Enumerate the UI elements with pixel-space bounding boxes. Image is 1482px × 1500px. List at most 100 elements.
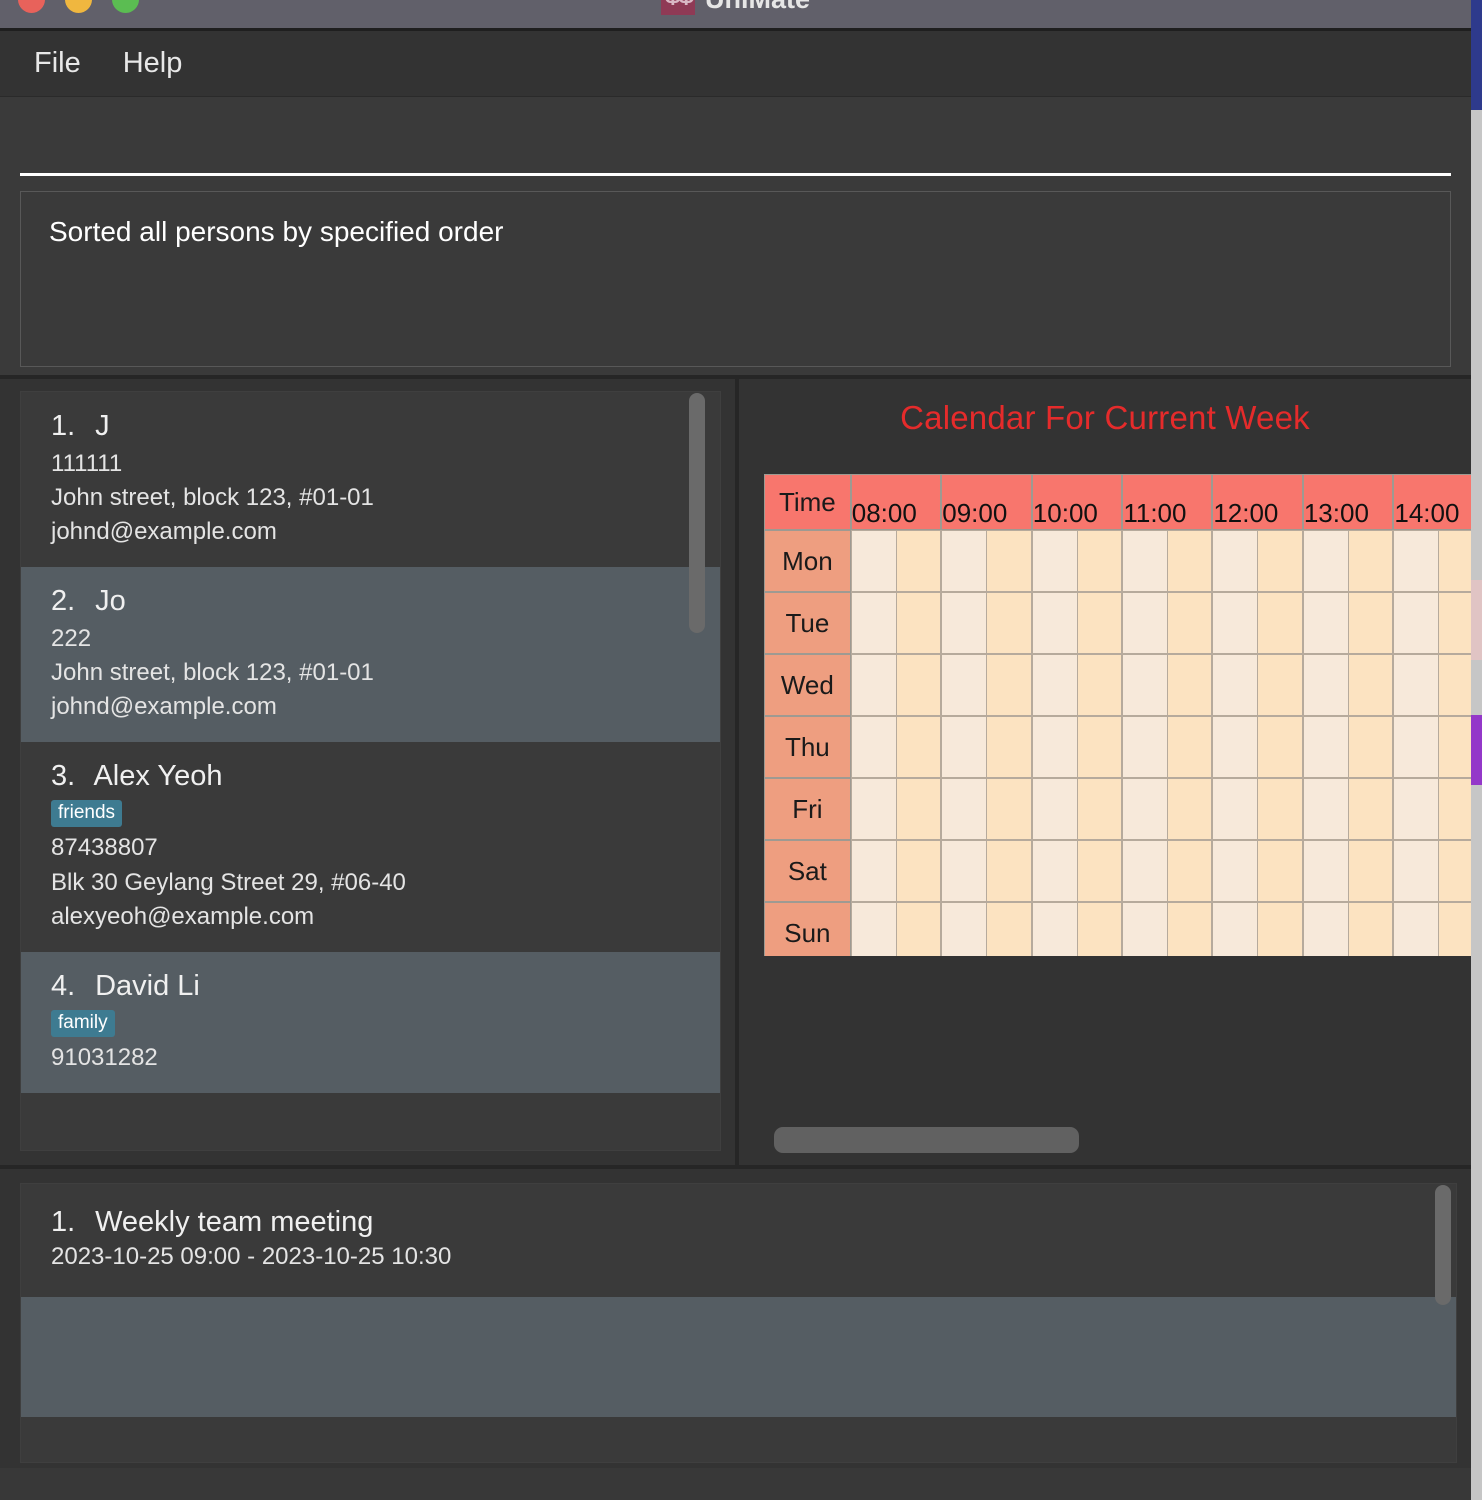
calendar-half-slot[interactable] — [942, 593, 988, 653]
calendar-slot[interactable] — [850, 902, 942, 956]
calendar-slot[interactable] — [850, 840, 942, 902]
calendar-slot[interactable] — [941, 716, 1032, 778]
calendar-half-slot[interactable] — [1032, 655, 1078, 715]
calendar-slot[interactable] — [1031, 716, 1123, 778]
calendar-half-slot[interactable] — [1303, 655, 1349, 715]
calendar-slot[interactable] — [1302, 654, 1394, 716]
person-card[interactable]: 4. David Li family 91031282 — [21, 951, 720, 1093]
calendar-half-slot[interactable] — [1123, 655, 1168, 715]
calendar-slot[interactable] — [1031, 530, 1123, 592]
calendar-half-slot[interactable] — [987, 593, 1031, 653]
calendar-slot[interactable] — [1302, 530, 1394, 592]
calendar-half-slot[interactable] — [1258, 593, 1302, 653]
calendar-half-slot[interactable] — [1032, 717, 1078, 777]
calendar-slot[interactable] — [1212, 840, 1303, 902]
calendar-slot[interactable] — [1302, 778, 1394, 840]
calendar-slot[interactable] — [941, 902, 1032, 956]
event-list-scrollbar[interactable] — [1435, 1185, 1451, 1455]
calendar-slot[interactable] — [941, 840, 1032, 902]
calendar-half-slot[interactable] — [942, 655, 988, 715]
calendar-half-slot[interactable] — [1077, 717, 1122, 777]
calendar-half-slot[interactable] — [851, 779, 897, 839]
calendar-slot[interactable] — [941, 654, 1032, 716]
calendar-half-slot[interactable] — [1394, 531, 1440, 591]
calendar-half-slot[interactable] — [1394, 593, 1440, 653]
calendar-half-slot[interactable] — [1077, 779, 1122, 839]
calendar-half-slot[interactable] — [896, 593, 941, 653]
calendar-half-slot[interactable] — [1258, 779, 1302, 839]
calendar-half-slot[interactable] — [1123, 593, 1168, 653]
calendar-half-slot[interactable] — [942, 531, 988, 591]
person-card[interactable]: 2. Jo 222 John street, block 123, #01-01… — [21, 567, 720, 743]
calendar-half-slot[interactable] — [851, 841, 897, 901]
calendar-half-slot[interactable] — [1167, 779, 1212, 839]
calendar-slot[interactable] — [941, 530, 1032, 592]
calendar-half-slot[interactable] — [1077, 903, 1122, 956]
calendar-slot[interactable] — [850, 778, 942, 840]
calendar-half-slot[interactable] — [1394, 655, 1440, 715]
calendar-slot[interactable] — [1393, 530, 1471, 592]
calendar-slot[interactable] — [1302, 592, 1394, 654]
calendar-half-slot[interactable] — [896, 841, 941, 901]
calendar-half-slot[interactable] — [1258, 841, 1302, 901]
calendar-half-slot[interactable] — [1303, 779, 1349, 839]
calendar-half-slot[interactable] — [1032, 779, 1078, 839]
calendar-slot[interactable] — [850, 530, 942, 592]
calendar-half-slot[interactable] — [1032, 531, 1078, 591]
calendar-half-slot[interactable] — [987, 841, 1031, 901]
calendar-half-slot[interactable] — [987, 655, 1031, 715]
calendar-slot[interactable] — [1212, 902, 1303, 956]
calendar-half-slot[interactable] — [1123, 779, 1168, 839]
calendar-half-slot[interactable] — [987, 779, 1031, 839]
calendar-slot[interactable] — [850, 654, 942, 716]
calendar-half-slot[interactable] — [1439, 903, 1471, 956]
person-list-scrollbar-thumb[interactable] — [689, 393, 705, 633]
calendar-slot[interactable] — [1031, 592, 1123, 654]
calendar-half-slot[interactable] — [1213, 655, 1259, 715]
calendar-half-slot[interactable] — [851, 903, 897, 956]
calendar-slot[interactable] — [1122, 778, 1213, 840]
calendar-scrollbar-thumb[interactable] — [774, 1127, 1079, 1153]
calendar-half-slot[interactable] — [896, 903, 941, 956]
calendar-half-slot[interactable] — [1348, 841, 1393, 901]
menu-item-file[interactable]: File — [34, 47, 81, 80]
calendar-half-slot[interactable] — [1077, 593, 1122, 653]
calendar-half-slot[interactable] — [1348, 717, 1393, 777]
calendar-slot[interactable] — [850, 716, 942, 778]
calendar-slot[interactable] — [1212, 654, 1303, 716]
command-input[interactable] — [20, 136, 1451, 176]
calendar-slot[interactable] — [1122, 716, 1213, 778]
calendar-half-slot[interactable] — [1348, 903, 1393, 956]
calendar-half-slot[interactable] — [1348, 531, 1393, 591]
calendar-half-slot[interactable] — [851, 655, 897, 715]
calendar-half-slot[interactable] — [1213, 779, 1259, 839]
event-list-scrollbar-thumb[interactable] — [1435, 1185, 1451, 1305]
calendar-half-slot[interactable] — [1213, 903, 1259, 956]
calendar-half-slot[interactable] — [1213, 593, 1259, 653]
calendar-half-slot[interactable] — [1167, 655, 1212, 715]
calendar-half-slot[interactable] — [896, 655, 941, 715]
calendar-half-slot[interactable] — [1439, 531, 1471, 591]
calendar-half-slot[interactable] — [1258, 903, 1302, 956]
calendar-slot[interactable] — [1212, 592, 1303, 654]
calendar-half-slot[interactable] — [1394, 903, 1440, 956]
calendar-half-slot[interactable] — [1032, 903, 1078, 956]
calendar-half-slot[interactable] — [1167, 717, 1212, 777]
person-list-scrollbar[interactable] — [689, 393, 705, 1153]
calendar-half-slot[interactable] — [1123, 903, 1168, 956]
calendar-half-slot[interactable] — [1032, 593, 1078, 653]
calendar-half-slot[interactable] — [851, 717, 897, 777]
event-card[interactable]: 1. Weekly team meeting 2023-10-25 09:00 … — [21, 1184, 1456, 1297]
calendar-half-slot[interactable] — [1439, 655, 1471, 715]
calendar-slot[interactable] — [941, 592, 1032, 654]
calendar-slot[interactable] — [1393, 778, 1471, 840]
calendar-half-slot[interactable] — [1303, 841, 1349, 901]
calendar-half-slot[interactable] — [1348, 655, 1393, 715]
calendar-half-slot[interactable] — [987, 717, 1031, 777]
calendar-slot[interactable] — [1393, 840, 1471, 902]
calendar-slot[interactable] — [1302, 902, 1394, 956]
event-card[interactable] — [21, 1297, 1456, 1417]
calendar-half-slot[interactable] — [1077, 531, 1122, 591]
calendar-half-slot[interactable] — [851, 531, 897, 591]
calendar-half-slot[interactable] — [1439, 593, 1471, 653]
